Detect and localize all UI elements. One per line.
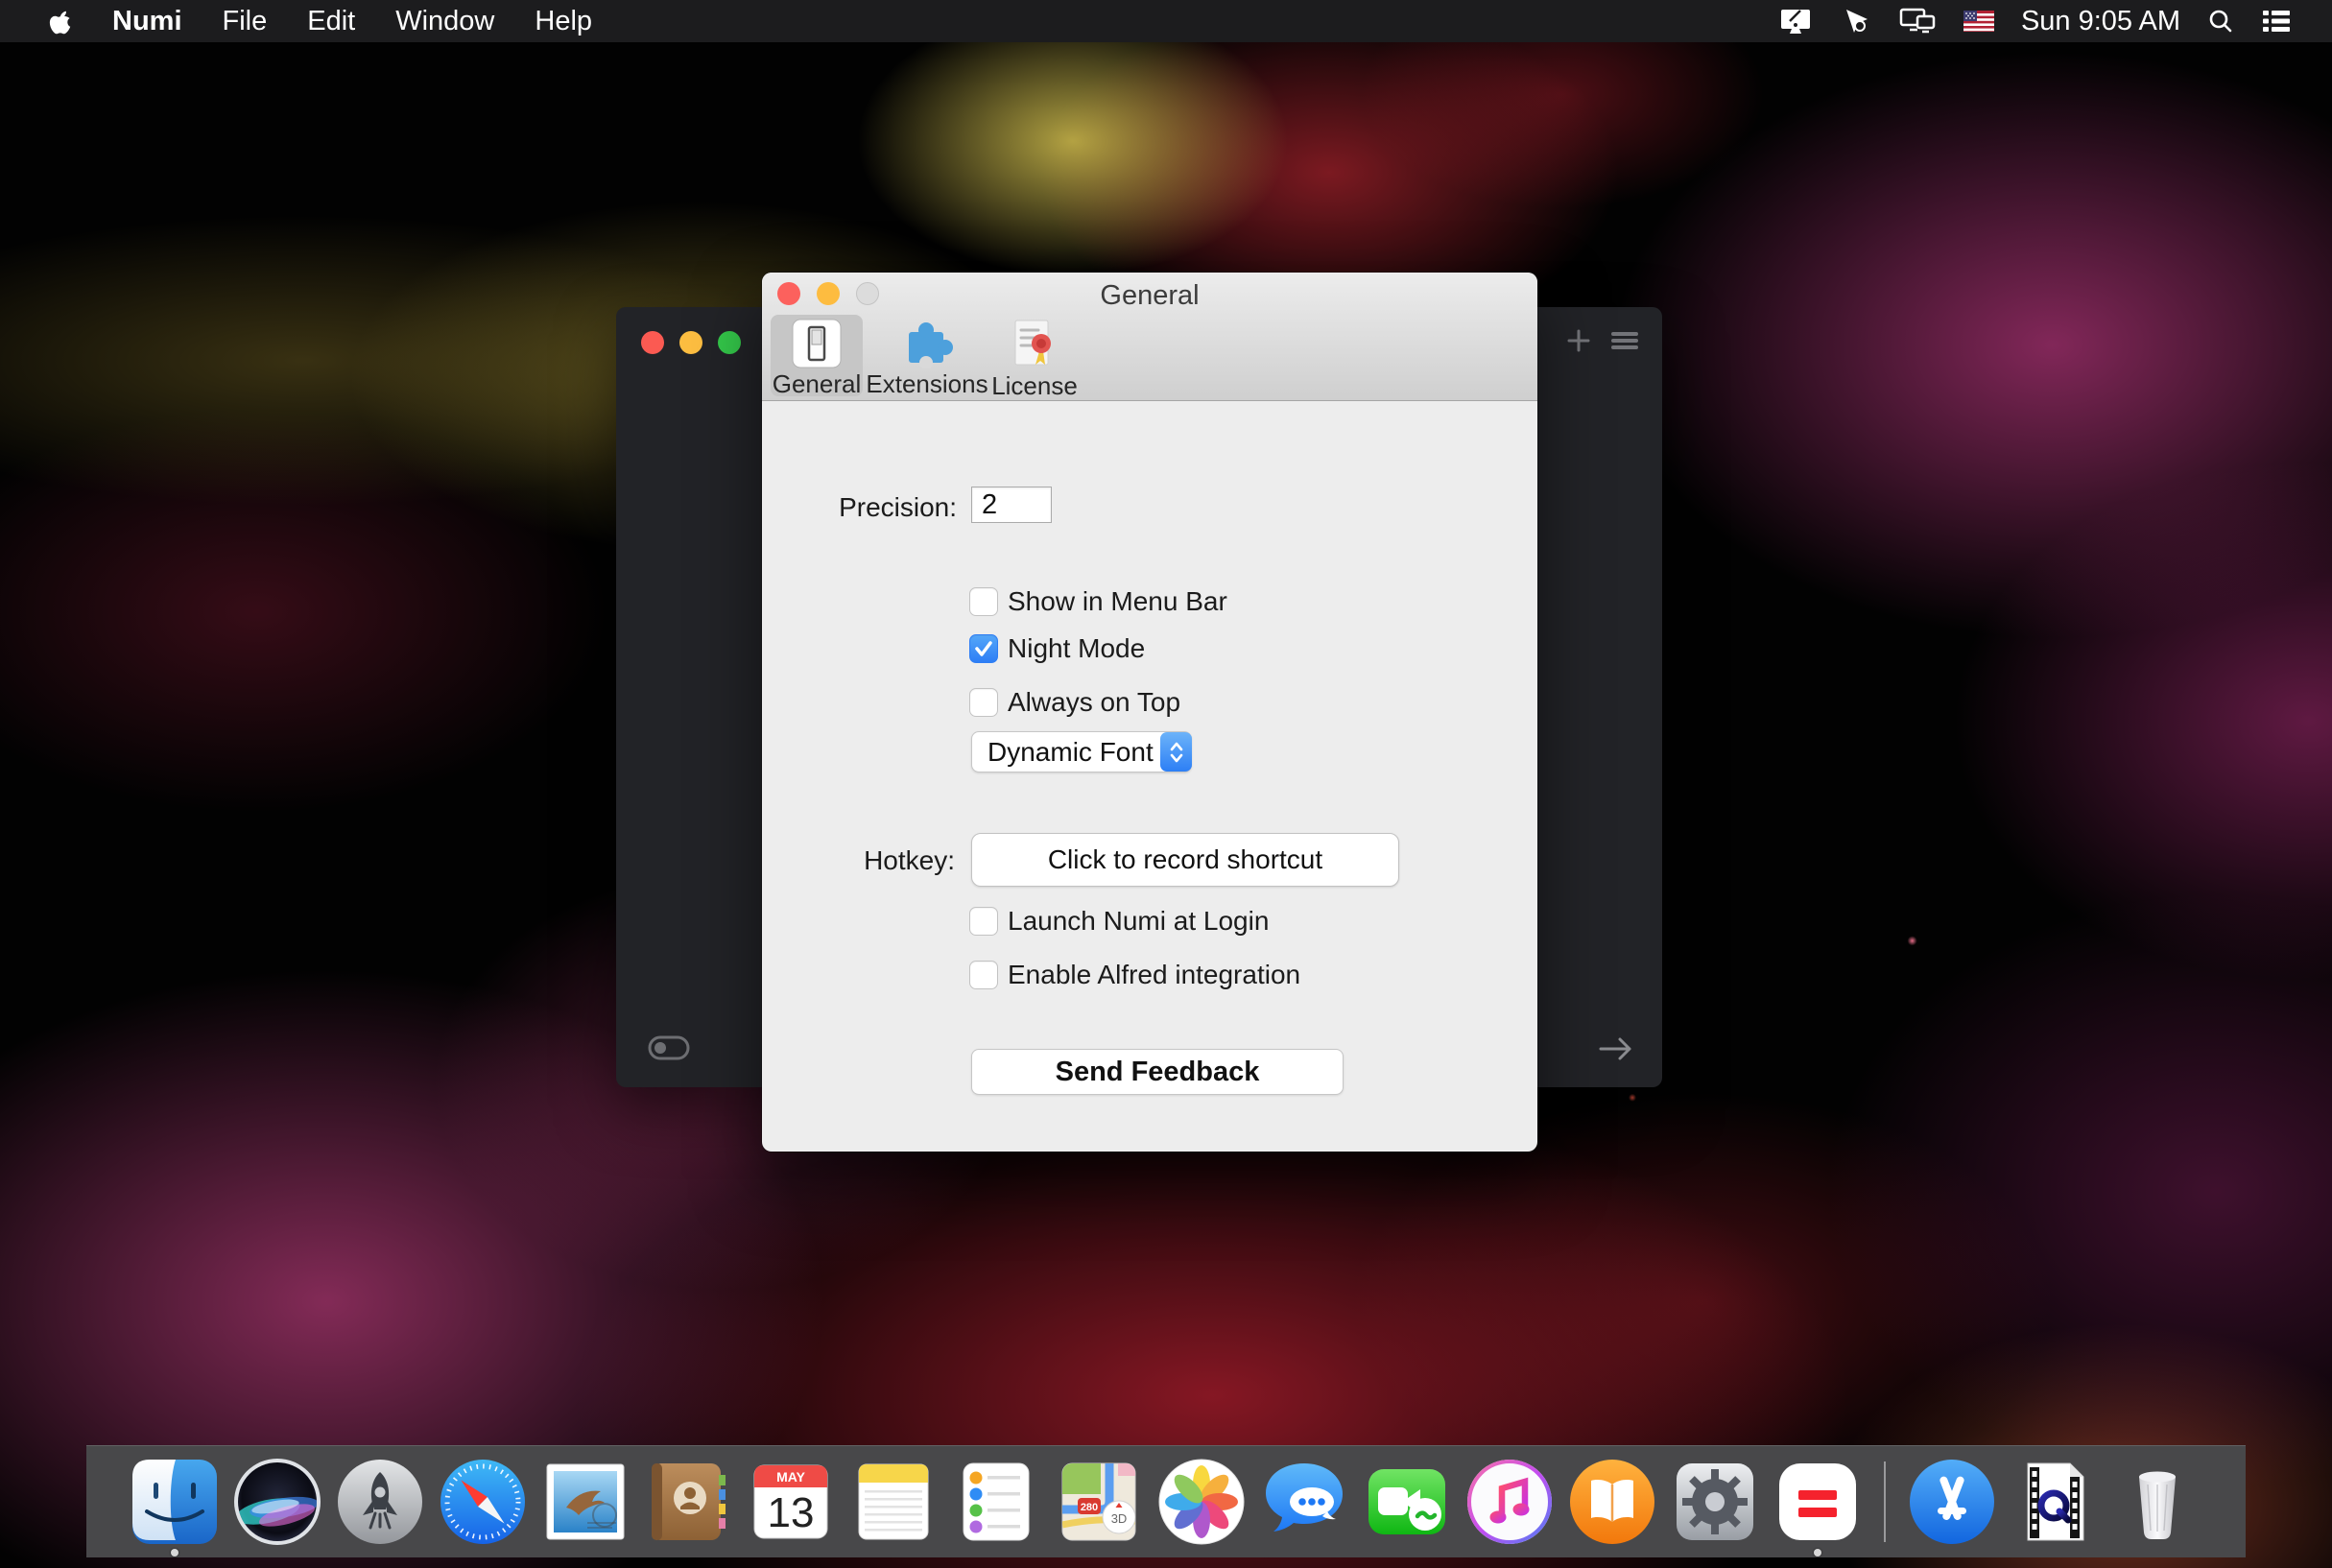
checkbox-row-alfred-integration[interactable]: Enable Alfred integration (969, 960, 1300, 990)
pointer-device-status-icon[interactable] (1841, 7, 1871, 36)
dock-item-finder[interactable] (129, 1456, 221, 1548)
maps-3d-dial: 3D (1111, 1511, 1128, 1526)
tab-label: License (991, 371, 1078, 401)
dock-item-mail[interactable] (539, 1456, 631, 1548)
menu-window[interactable]: Window (375, 0, 514, 42)
dock-item-facetime[interactable] (1361, 1456, 1453, 1548)
apple-menu[interactable] (29, 8, 92, 35)
checkbox-label: Night Mode (1008, 633, 1145, 664)
tab-label: Extensions (866, 369, 988, 399)
checkbox-label: Enable Alfred integration (1008, 960, 1300, 990)
menu-bar-clock[interactable]: Sun 9:05 AM (2021, 6, 2180, 37)
font-popup-button[interactable]: Dynamic Font (971, 731, 1192, 772)
checkbox-row-always-on-top[interactable]: Always on Top (969, 687, 1180, 718)
zoom-button[interactable] (718, 331, 741, 354)
export-arrow-icon[interactable] (1597, 1034, 1635, 1068)
checkbox-label: Launch Numi at Login (1008, 906, 1269, 937)
menu-edit[interactable]: Edit (287, 0, 375, 42)
dock-item-calendar[interactable]: MAY 13 (745, 1456, 837, 1548)
running-indicator (171, 1549, 178, 1556)
dock-item-notes[interactable] (847, 1456, 940, 1548)
checkbox-row-night-mode[interactable]: Night Mode (969, 633, 1145, 664)
night-mode-toggle-icon[interactable] (647, 1033, 691, 1068)
tab-extensions[interactable]: Extensions (873, 315, 981, 396)
send-feedback-button[interactable]: Send Feedback (971, 1049, 1344, 1095)
menu-bar: Numi File Edit Window Help Sun 9:05 AM (0, 0, 2332, 42)
maps-route-shield: 280 (1081, 1502, 1098, 1513)
menu-file[interactable]: File (202, 0, 288, 42)
tab-license[interactable]: License (990, 315, 1079, 396)
display-status-icon[interactable] (1777, 7, 1814, 36)
precision-label: Precision: (800, 491, 957, 524)
dock-item-trash[interactable] (2111, 1456, 2203, 1548)
font-popup-value: Dynamic Font (972, 737, 1160, 768)
checkbox-label: Show in Menu Bar (1008, 586, 1227, 617)
checkbox-label: Always on Top (1008, 687, 1180, 718)
general-switch-icon (792, 319, 842, 368)
checkbox[interactable] (969, 688, 998, 717)
app-menu-numi[interactable]: Numi (92, 0, 202, 42)
dock-item-siri[interactable] (231, 1456, 323, 1548)
tab-general[interactable]: General (771, 315, 863, 396)
preferences-window: General General (762, 273, 1537, 1152)
dock-item-quicktime[interactable] (2009, 1456, 2101, 1548)
checkbox[interactable] (969, 634, 998, 663)
display-mirroring-status-icon[interactable] (1898, 7, 1937, 36)
dock-item-itunes[interactable] (1463, 1456, 1556, 1548)
license-document-icon (1010, 319, 1059, 370)
dock: MAY 13 (86, 1445, 2246, 1557)
menu-help[interactable]: Help (514, 0, 612, 42)
notification-center-icon[interactable] (2261, 9, 2292, 34)
calendar-day: 13 (768, 1489, 815, 1536)
dock-item-photos[interactable] (1155, 1456, 1248, 1548)
dock-item-reminders[interactable] (950, 1456, 1042, 1548)
checkbox-row-show-in-menu-bar[interactable]: Show in Menu Bar (969, 586, 1227, 617)
running-indicator (1814, 1549, 1821, 1556)
dock-divider (1884, 1461, 1886, 1542)
minimize-button[interactable] (817, 282, 840, 305)
popup-chevrons-icon (1160, 732, 1192, 772)
calendar-month: MAY (776, 1469, 805, 1485)
dock-item-maps[interactable]: 280 3D (1053, 1456, 1145, 1548)
new-tab-icon[interactable] (1564, 326, 1593, 360)
checkbox[interactable] (969, 961, 998, 989)
close-button[interactable] (777, 282, 800, 305)
dock-item-ibooks[interactable] (1566, 1456, 1658, 1548)
keyboard-layout-flag-icon[interactable] (1963, 11, 1994, 32)
precision-input[interactable] (971, 487, 1052, 523)
dock-item-app-store[interactable] (1906, 1456, 1998, 1548)
dock-item-safari[interactable] (437, 1456, 529, 1548)
checkbox[interactable] (969, 587, 998, 616)
minimize-button[interactable] (679, 331, 702, 354)
dock-item-contacts[interactable] (642, 1456, 734, 1548)
dock-item-messages[interactable] (1258, 1456, 1350, 1548)
prefs-titlebar: General General (762, 273, 1537, 401)
menu-icon[interactable] (1609, 326, 1640, 360)
apple-icon (49, 8, 72, 35)
hotkey-label: Hotkey: (800, 844, 955, 877)
spotlight-icon[interactable] (2207, 8, 2234, 35)
close-button[interactable] (641, 331, 664, 354)
hotkey-record-button[interactable]: Click to record shortcut (971, 833, 1399, 887)
dock-item-system-preferences[interactable] (1669, 1456, 1761, 1548)
zoom-button-disabled (856, 282, 879, 305)
checkbox[interactable] (969, 907, 998, 936)
dock-item-launchpad[interactable] (334, 1456, 426, 1548)
checkbox-row-launch-at-login[interactable]: Launch Numi at Login (969, 906, 1269, 937)
tab-label: General (773, 369, 862, 399)
dock-item-numi[interactable] (1772, 1456, 1864, 1548)
extensions-puzzle-icon (901, 319, 953, 368)
